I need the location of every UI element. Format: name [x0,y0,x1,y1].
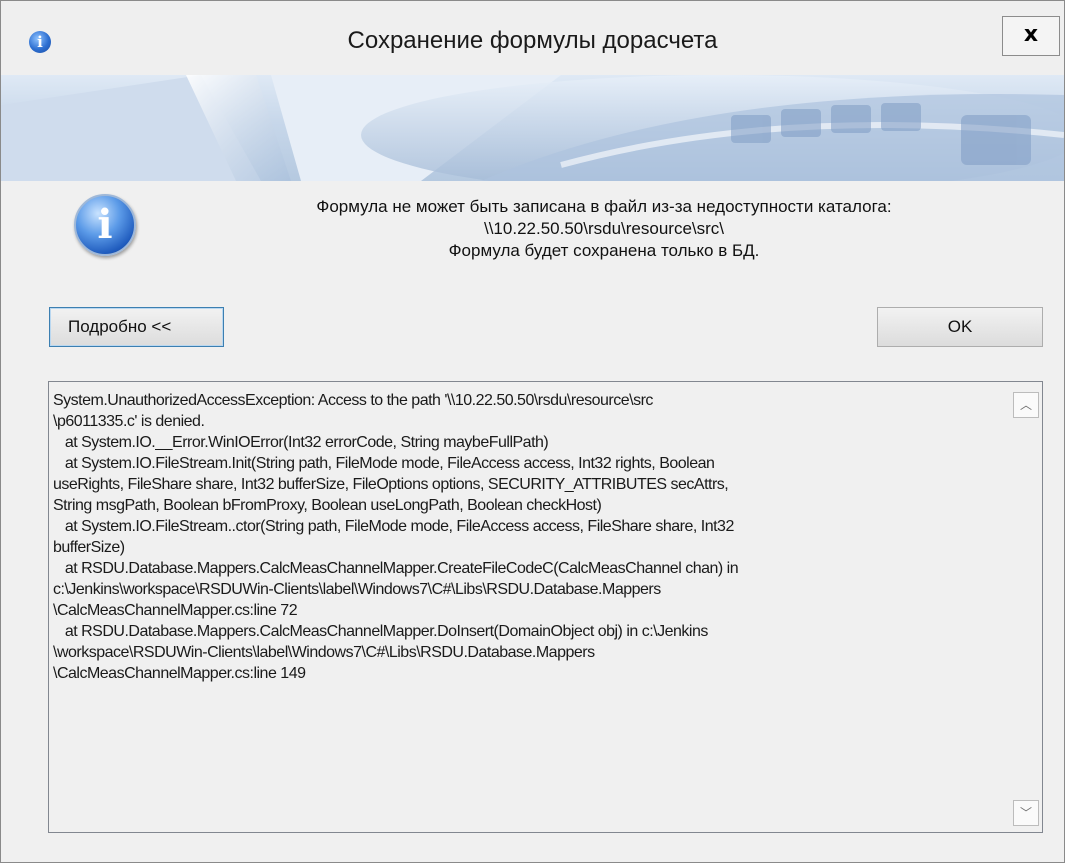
info-icon: i [74,194,136,256]
exception-details: System.UnauthorizedAccessException: Acce… [53,392,739,682]
chevron-down-icon[interactable]: ﹀ [1013,800,1039,826]
header-banner [1,75,1064,181]
ok-button[interactable]: OK [877,307,1043,347]
chevron-up-icon[interactable]: ︿ [1013,392,1039,418]
window-title: Сохранение формулы дорасчета [347,27,718,54]
dialog-window: i Сохранение формулы дорасчета x i Форму… [0,0,1065,863]
banner-graphic [1,75,1064,181]
error-message: Формула не может быть записана в файл из… [161,196,1047,262]
message-line: Формула будет сохранена только в БД. [448,241,760,260]
details-toggle-button[interactable]: Подробно << [49,307,224,347]
vertical-scrollbar[interactable]: ︿ ﹀ [1006,382,1042,832]
message-line: Формула не может быть записана в файл из… [316,197,892,216]
title-bar[interactable]: i Сохранение формулы дорасчета x [1,1,1064,75]
close-button[interactable]: x [1002,16,1060,56]
details-textbox[interactable]: System.UnauthorizedAccessException: Acce… [48,381,1043,833]
message-path: \\10.22.50.50\rsdu\resource\src\ [483,219,725,238]
